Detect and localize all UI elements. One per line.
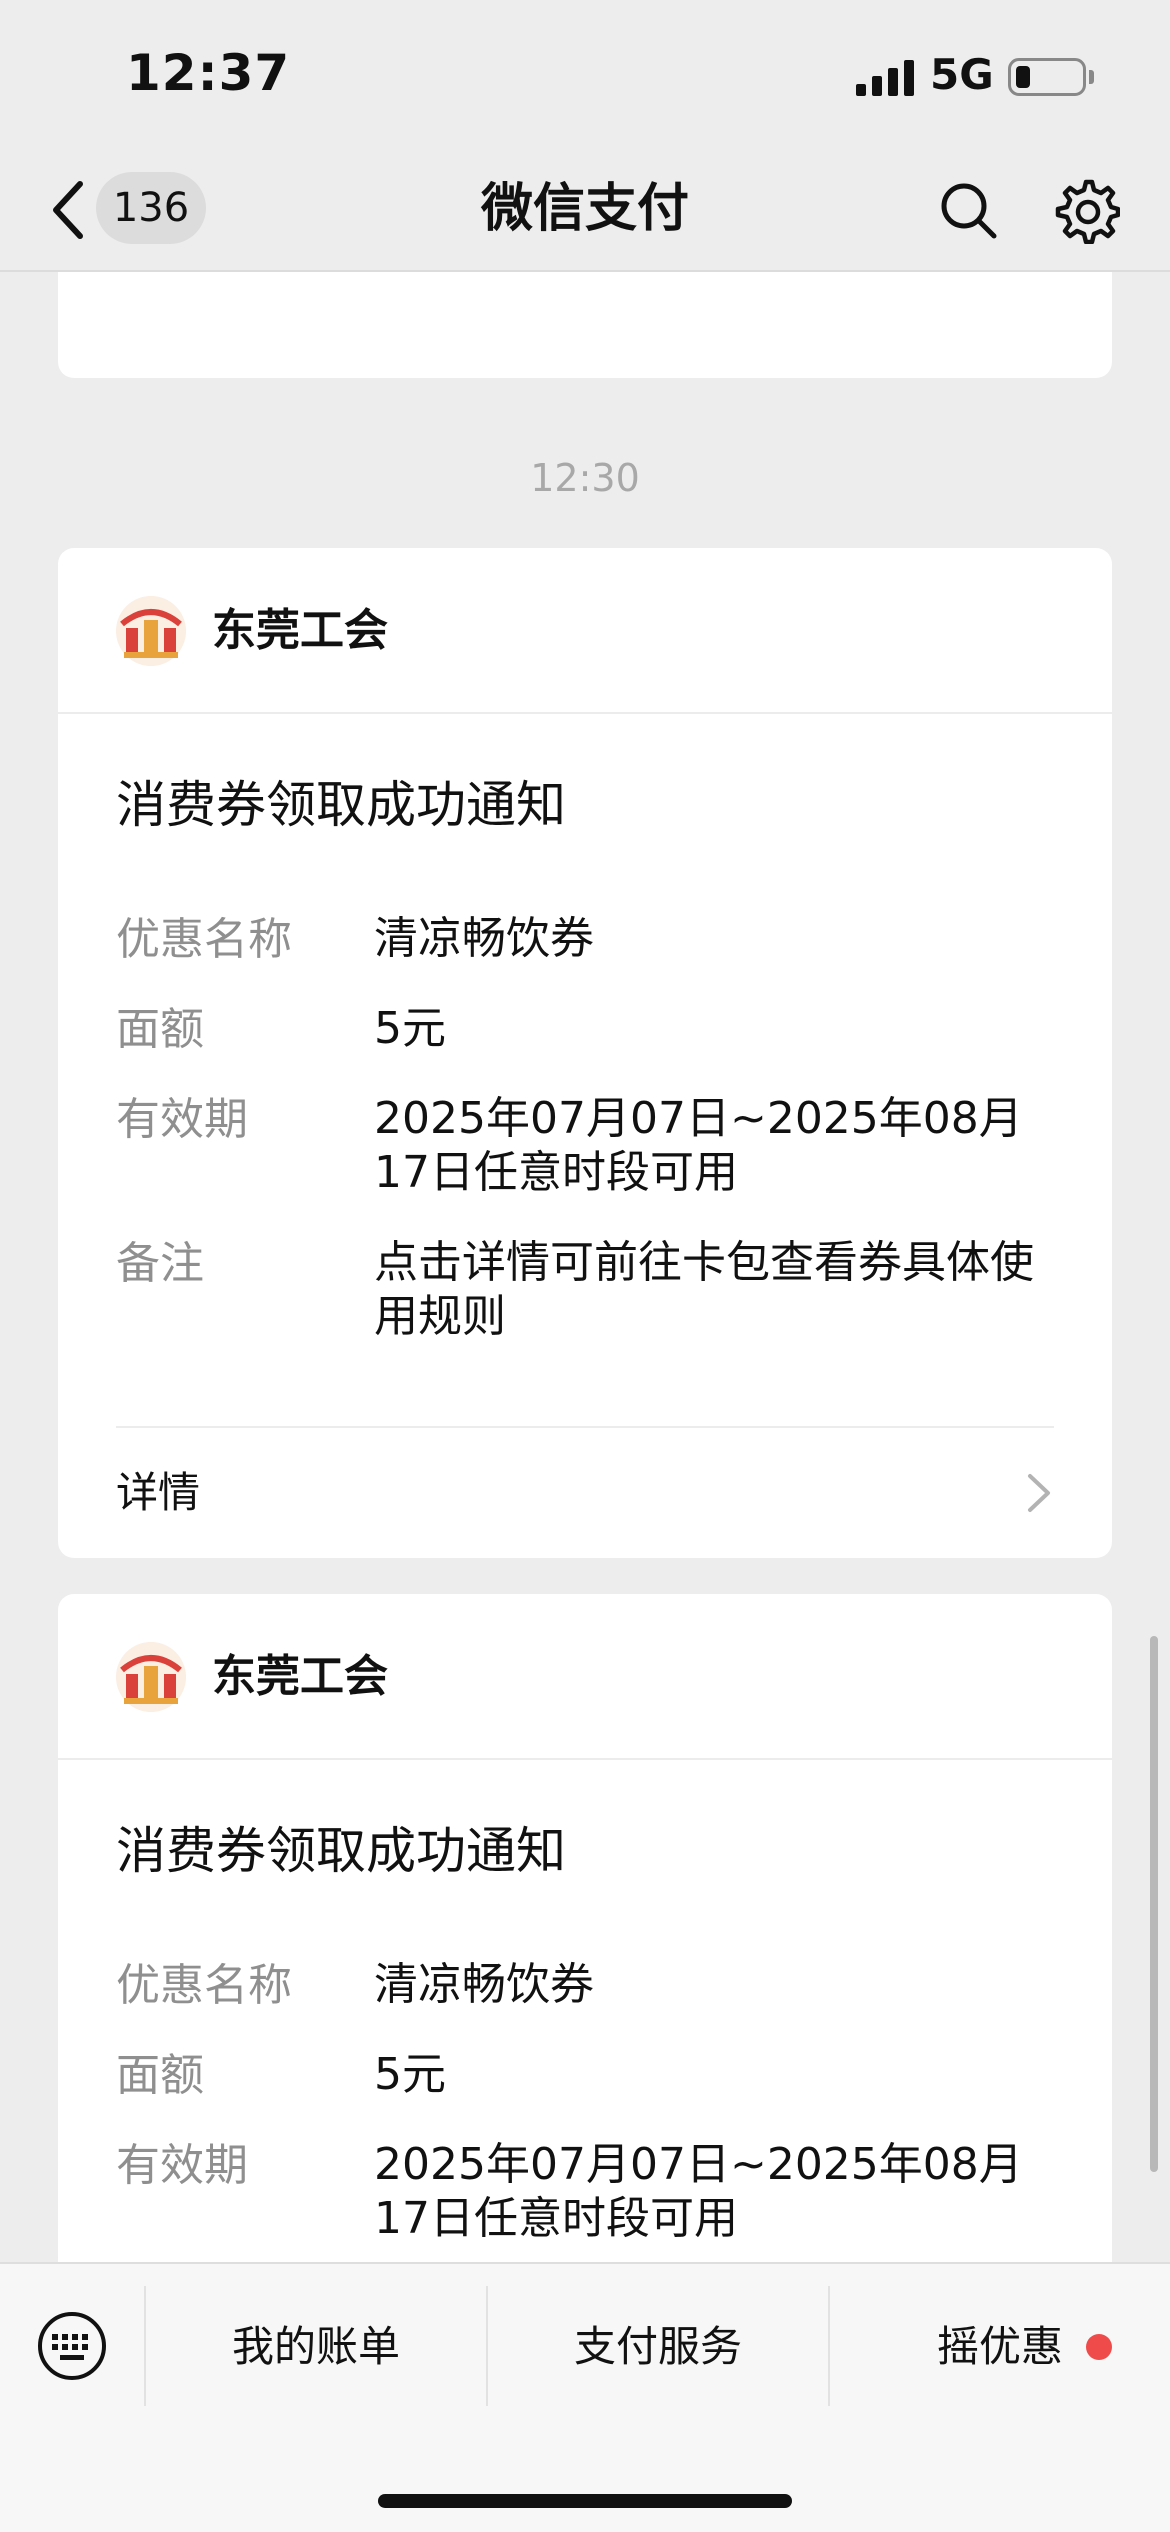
field-value-amount: 5元 [374, 1003, 446, 1054]
gear-icon[interactable] [1052, 176, 1120, 244]
chevron-right-icon [1028, 1474, 1050, 1512]
details-link[interactable]: 详情 [58, 1428, 1112, 1558]
status-bar: 12:37 5G [0, 0, 1170, 150]
menu-item-shake-deals[interactable]: 摇优惠 [830, 2304, 1170, 2390]
card-header[interactable]: 东莞工会 [58, 548, 1112, 714]
field-label-remark: 备注 [116, 1238, 204, 1289]
bottom-menu-bar: 我的账单 支付服务 摇优惠 [0, 2262, 1170, 2532]
menu-item-payment-services[interactable]: 支付服务 [488, 2304, 828, 2390]
details-label: 详情 [116, 1468, 201, 1517]
field-label-amount: 面额 [116, 1004, 204, 1055]
field-value-amount: 5元 [374, 2049, 446, 2100]
field-value-remark: 点击详情可前往卡包查看券具体使用规则 [374, 1237, 1034, 1342]
status-time: 12:37 [126, 44, 291, 102]
field-label-amount: 面额 [116, 2050, 204, 2101]
network-type: 5G [930, 50, 994, 99]
field-value-validity: 2025年07月07日~2025年08月17日任意时段可用 [374, 1093, 1023, 1198]
field-value-coupon-name: 清凉畅饮券 [374, 1959, 594, 2010]
org-name: 东莞工会 [212, 605, 388, 656]
field-value-coupon-name: 清凉畅饮券 [374, 913, 594, 964]
card-header[interactable]: 东莞工会 [58, 1594, 1112, 1760]
field-value-validity: 2025年07月07日~2025年08月17日任意时段可用 [374, 2139, 1023, 2244]
field-label-validity: 有效期 [116, 1094, 248, 1145]
menu-item-my-bills[interactable]: 我的账单 [146, 2304, 486, 2390]
signal-strength-icon [856, 60, 914, 96]
scroll-indicator[interactable] [1150, 1636, 1158, 2172]
time-separator: 12:30 [530, 456, 640, 500]
message-card: 东莞工会 消费券领取成功通知 优惠名称 清凉畅饮券 面额 5元 有效期 2025… [58, 1594, 1112, 2314]
org-logo-icon [116, 596, 186, 666]
field-label-validity: 有效期 [116, 2140, 248, 2191]
org-logo-icon [116, 1642, 186, 1712]
field-label-coupon-name: 优惠名称 [116, 1960, 292, 2011]
notice-title: 消费券领取成功通知 [116, 1822, 566, 1880]
notification-dot [1086, 2334, 1112, 2360]
org-name: 东莞工会 [212, 1651, 388, 1702]
home-indicator[interactable] [378, 2494, 792, 2508]
field-label-coupon-name: 优惠名称 [116, 914, 292, 965]
notice-title: 消费券领取成功通知 [116, 776, 566, 834]
search-icon[interactable] [936, 178, 1000, 242]
keyboard-icon[interactable] [36, 2310, 108, 2382]
nav-bar: 136 微信支付 [0, 150, 1170, 272]
battery-icon [1008, 58, 1086, 96]
battery-cap [1089, 70, 1094, 84]
message-card: 东莞工会 消费券领取成功通知 优惠名称 清凉畅饮券 面额 5元 有效期 2025… [58, 548, 1112, 1558]
previous-message-card [58, 272, 1112, 378]
